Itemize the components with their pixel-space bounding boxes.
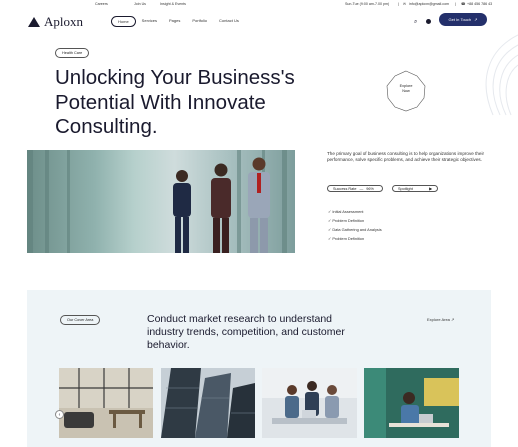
list-item-label: Initial Assessment bbox=[332, 209, 364, 214]
success-rate-value: 96% bbox=[366, 186, 374, 191]
nav-item-portfolio[interactable]: Portfolio bbox=[186, 16, 213, 27]
get-in-touch-label: Get In Touch bbox=[448, 17, 472, 22]
phone-icon: ☎ bbox=[461, 2, 466, 6]
divider: — bbox=[359, 186, 364, 191]
nav-item-home[interactable]: Home bbox=[111, 16, 136, 27]
hero-description: The primary goal of business consulting … bbox=[327, 151, 485, 163]
list-item-label: Problem Definition bbox=[332, 236, 365, 241]
explore-area-label: Explore Area bbox=[427, 317, 450, 322]
list-item: ✓ Problem Definition bbox=[328, 216, 382, 225]
nav-menu: Home Services Pages Portfolio Contact Us bbox=[111, 16, 245, 27]
decorative-swirl-icon bbox=[485, 34, 518, 116]
hero-title-line: Consulting. bbox=[55, 115, 158, 138]
divider: | bbox=[398, 2, 399, 6]
team-meeting-image bbox=[262, 368, 357, 438]
cover-title: Conduct market research to understand in… bbox=[147, 313, 345, 351]
office-interior-image bbox=[59, 368, 153, 438]
hero-tag: Health Care bbox=[55, 48, 90, 58]
spotlight-label: Spotlight bbox=[398, 186, 413, 191]
skyscrapers-image bbox=[161, 368, 255, 438]
cover-card-buildings[interactable] bbox=[161, 368, 255, 438]
divider: | bbox=[455, 2, 456, 6]
spotlight-pill[interactable]: Spotlight ▶ bbox=[392, 185, 438, 192]
arrow-up-right-icon: ↗ bbox=[451, 317, 455, 322]
hours-text: Sun-Tue (9:00 am-7.00 pm) bbox=[345, 2, 390, 6]
careers-link[interactable]: Careers bbox=[95, 2, 108, 6]
success-rate-label: Success Rate bbox=[333, 186, 357, 191]
slider-prev-button[interactable]: ‹ bbox=[55, 410, 64, 419]
cover-card-office[interactable] bbox=[59, 368, 153, 438]
search-icon[interactable]: ⌕ bbox=[414, 19, 417, 26]
chevron-left-icon: ‹ bbox=[58, 411, 61, 418]
logo[interactable]: Aploxn bbox=[28, 14, 83, 30]
list-item: ✓ Problem Definition bbox=[328, 234, 382, 243]
nav-item-contact[interactable]: Contact Us bbox=[213, 16, 245, 27]
email-icon: ✉ bbox=[403, 2, 407, 6]
cover-card-team[interactable] bbox=[262, 368, 357, 438]
workspace-image bbox=[364, 368, 459, 438]
join-us-link[interactable]: Join Us bbox=[134, 2, 146, 6]
nav-item-pages[interactable]: Pages bbox=[163, 16, 186, 27]
list-item-label: Problem Definition bbox=[332, 218, 365, 223]
email-text[interactable]: info@aploxn@gmail.com bbox=[409, 2, 449, 6]
business-people-illustration bbox=[27, 150, 287, 253]
insight-events-link[interactable]: Insight & Events bbox=[160, 2, 186, 6]
explore-area-link[interactable]: Explore Area ↗ bbox=[427, 317, 454, 322]
brand-name: Aploxn bbox=[44, 14, 83, 29]
success-rate-pill: Success Rate — 96% bbox=[327, 185, 383, 192]
arrow-up-right-icon: ↗ bbox=[474, 17, 478, 22]
phone-text[interactable]: +88 456 786 43 bbox=[467, 2, 492, 6]
explore-now-label[interactable]: Explore Now bbox=[385, 84, 427, 94]
hero-title: Unlocking Your Business's Potential With… bbox=[55, 66, 315, 140]
hero-title-line: Potential With Innovate bbox=[55, 90, 266, 114]
features-list: ✓ Initial Assessment ✓ Problem Definitio… bbox=[328, 207, 382, 243]
hero-title-line: Unlocking Your Business's bbox=[55, 66, 295, 89]
list-item: ✓ Initial Assessment bbox=[328, 207, 382, 216]
main-nav: Aploxn Home Services Pages Portfolio Con… bbox=[0, 9, 518, 31]
explore-text-line: Now bbox=[402, 89, 410, 93]
list-item-label: Data Gathering and Analysis bbox=[332, 227, 382, 232]
cover-tag: Our Cover Area bbox=[60, 315, 101, 325]
play-icon: ▶ bbox=[429, 187, 432, 191]
cover-card-workspace[interactable] bbox=[364, 368, 459, 438]
logo-mark-icon bbox=[28, 17, 40, 27]
get-in-touch-button[interactable]: Get In Touch ↗ bbox=[439, 13, 487, 26]
nav-item-services[interactable]: Services bbox=[136, 16, 163, 27]
top-bar: Careers Join Us Insight & Events Sun-Tue… bbox=[0, 0, 518, 8]
hero-image bbox=[27, 150, 295, 253]
list-item: ✓ Data Gathering and Analysis bbox=[328, 225, 382, 234]
cart-icon[interactable] bbox=[426, 19, 431, 24]
